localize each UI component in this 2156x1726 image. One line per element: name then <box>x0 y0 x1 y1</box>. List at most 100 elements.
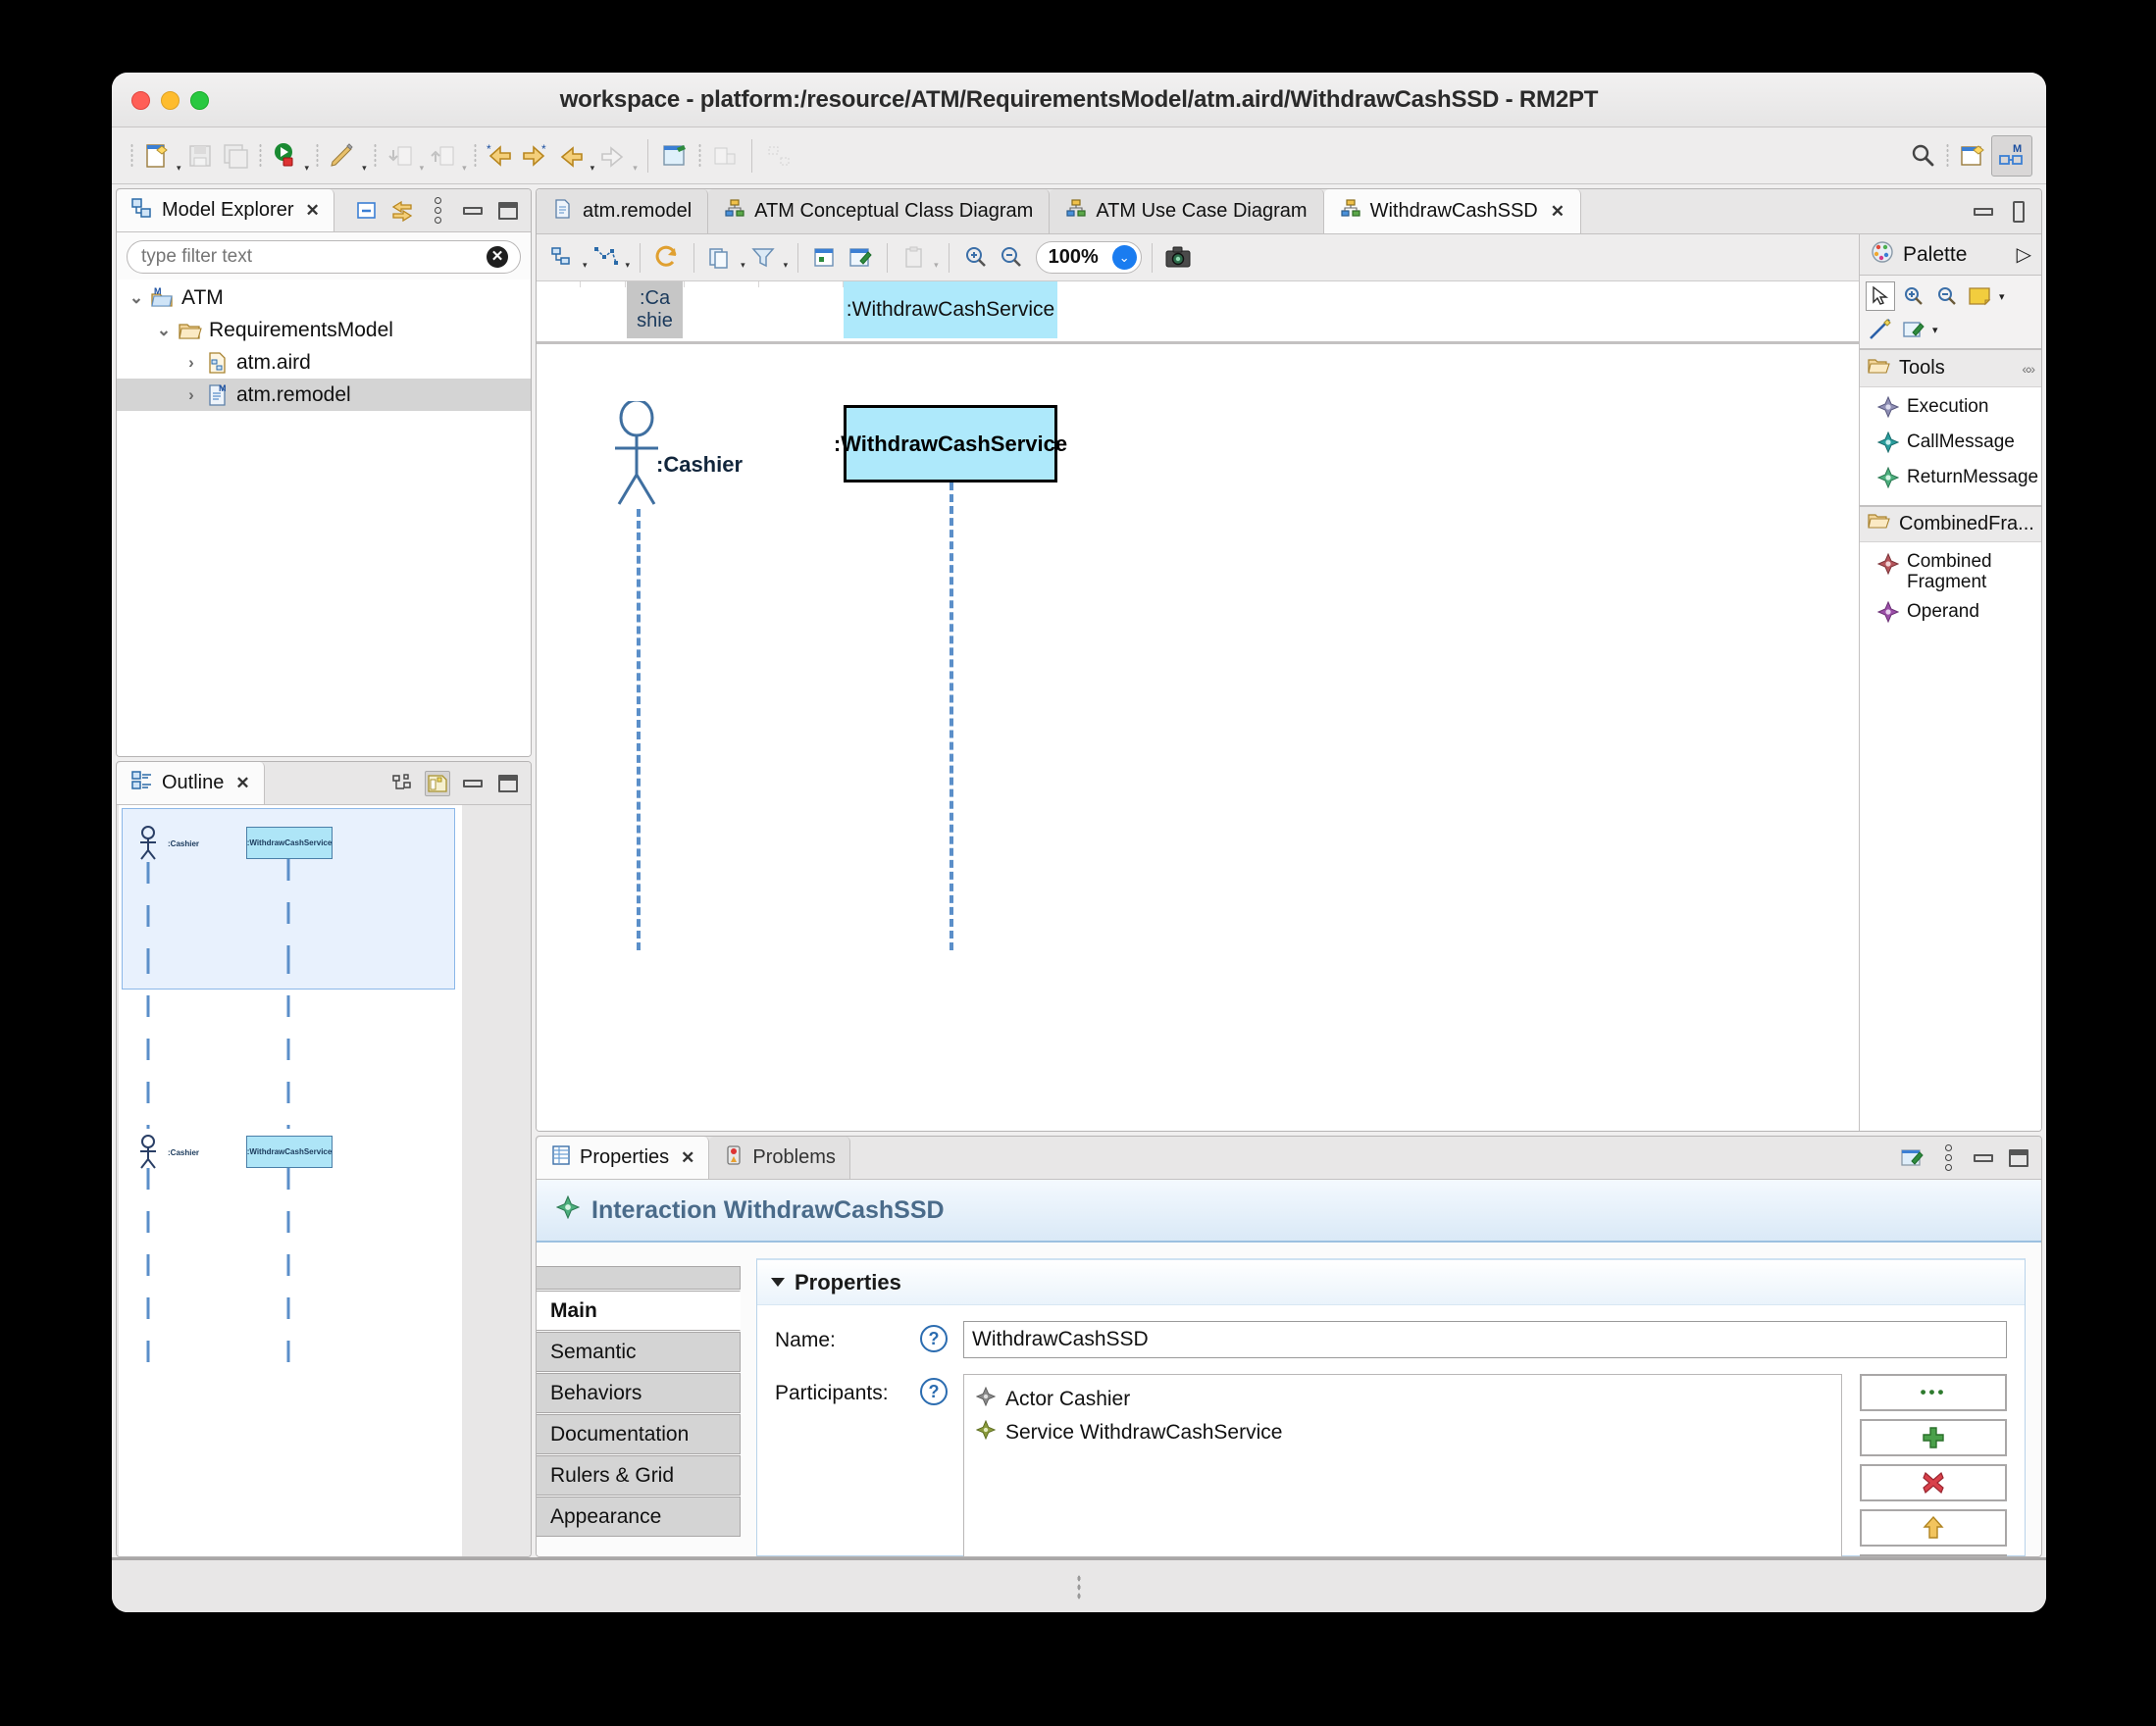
toolbar-grip[interactable] <box>1946 143 1949 169</box>
minimize-icon[interactable] <box>460 198 486 224</box>
outline-body[interactable]: :Cashier :WithdrawCashService <box>117 805 531 1556</box>
add-representation-dropdown-arrow[interactable]: ▾ <box>1932 324 1938 336</box>
tree-row-atm[interactable]: ⌄ M ATM <box>117 281 531 314</box>
browse-button[interactable]: ••• <box>1860 1374 2007 1411</box>
service-lifeline[interactable] <box>950 482 953 950</box>
actor-lifeline[interactable] <box>637 509 641 950</box>
side-tab-rulers-grid[interactable]: Rulers & Grid <box>537 1455 741 1496</box>
twisty-collapsed-icon[interactable]: › <box>178 353 205 373</box>
cursor-icon[interactable] <box>1866 281 1895 311</box>
pin-icon[interactable] <box>1900 1145 1925 1171</box>
minimize-icon[interactable] <box>1971 199 1996 225</box>
outline-thumbnail[interactable]: :Cashier :WithdrawCashService <box>119 805 462 1556</box>
tree-row-atm-remodel[interactable]: › M atm.remodel <box>117 379 531 411</box>
filter-icon[interactable] <box>747 239 781 277</box>
palette-group-tools[interactable]: Tools «» <box>1860 350 2041 387</box>
twisty-collapsed-icon[interactable]: › <box>178 385 205 405</box>
palette-item-combined-fragment[interactable]: Combined Fragment <box>1860 547 2041 598</box>
select-dropdown-arrow[interactable]: ▾ <box>626 261 631 280</box>
tree-row-requirementsmodel[interactable]: ⌄ RequirementsModel <box>117 314 531 346</box>
arrange-icon[interactable] <box>546 239 580 277</box>
twisty-expanded-icon[interactable]: ⌄ <box>123 288 150 308</box>
resize-grip[interactable] <box>1077 1574 1081 1601</box>
tab-atm-conceptual-class-diagram[interactable]: ATM Conceptual Class Diagram <box>708 189 1050 233</box>
minimize-icon[interactable] <box>1971 1145 1996 1171</box>
new-file-dropdown-arrow[interactable]: ▾ <box>177 164 181 183</box>
tab-model-explorer[interactable]: Model Explorer ✕ <box>117 189 334 231</box>
back-dropdown-arrow[interactable]: ▾ <box>590 164 595 183</box>
chevron-down-icon[interactable] <box>771 1278 785 1287</box>
restore-icon[interactable] <box>2006 199 2031 225</box>
toolbar-grip[interactable] <box>316 143 319 169</box>
name-input[interactable] <box>963 1321 2007 1358</box>
maximize-icon[interactable] <box>495 198 521 224</box>
hide-element-icon[interactable] <box>808 239 842 277</box>
close-icon[interactable]: ✕ <box>235 774 249 793</box>
side-tab-behaviors[interactable]: Behaviors <box>537 1373 741 1413</box>
arrange-dropdown-arrow[interactable]: ▾ <box>583 261 588 280</box>
overview-icon[interactable] <box>425 771 450 796</box>
refresh-icon[interactable] <box>650 239 684 277</box>
side-tab-documentation[interactable]: Documentation <box>537 1414 741 1454</box>
tab-withdrawcashssd[interactable]: WithdrawCashSSD ✕ <box>1324 189 1581 233</box>
back-star-icon[interactable]: * <box>484 137 517 175</box>
remove-button[interactable] <box>1860 1464 2007 1501</box>
help-icon[interactable]: ? <box>920 1378 948 1405</box>
close-icon[interactable]: ✕ <box>306 201 320 221</box>
zoom-in-icon[interactable] <box>959 239 993 277</box>
toolbar-grip[interactable] <box>259 143 262 169</box>
pencil-icon[interactable] <box>326 137 359 175</box>
tab-properties[interactable]: Properties ✕ <box>537 1137 709 1179</box>
new-diagram-icon[interactable] <box>658 137 692 175</box>
toolbar-grip[interactable] <box>698 143 701 169</box>
view-menu-icon[interactable] <box>1935 1145 1961 1171</box>
view-menu-icon[interactable] <box>425 198 450 224</box>
minimize-icon[interactable] <box>460 771 486 796</box>
note-link-icon[interactable] <box>1866 315 1895 344</box>
layers-dropdown-arrow[interactable]: ▾ <box>741 261 745 280</box>
tree-row-atm-aird[interactable]: › atm.aird <box>117 346 531 379</box>
note-icon[interactable] <box>1966 281 1995 311</box>
note-dropdown-arrow[interactable]: ▾ <box>1999 290 2005 303</box>
collapse-group-icon[interactable]: «» <box>2022 361 2033 377</box>
palette-item-callmessage[interactable]: CallMessage <box>1860 428 2041 463</box>
search-input[interactable] <box>139 245 487 269</box>
tree-outline-icon[interactable] <box>389 771 415 796</box>
header-cashier-label[interactable]: :Ca shie <box>627 281 683 338</box>
twisty-expanded-icon[interactable]: ⌄ <box>150 321 178 340</box>
service-lifeline-box[interactable]: :WithdrawCashService <box>844 405 1057 482</box>
chevron-down-icon[interactable]: ⌄ <box>1112 245 1137 270</box>
model-tree[interactable]: ⌄ M ATM ⌄ <box>117 279 531 756</box>
close-icon[interactable]: ✕ <box>1551 202 1565 222</box>
list-item-service[interactable]: Service WithdrawCashService <box>976 1416 1841 1449</box>
help-icon[interactable]: ? <box>920 1325 948 1352</box>
maximize-icon[interactable] <box>495 771 521 796</box>
tab-atm-remodel[interactable]: atm.remodel <box>537 189 708 233</box>
toolbar-grip[interactable] <box>130 143 133 169</box>
tab-atm-use-case-diagram[interactable]: ATM Use Case Diagram <box>1050 189 1323 233</box>
open-perspective-icon[interactable] <box>1956 137 1989 175</box>
participants-list[interactable]: Actor Cashier <box>963 1374 1842 1557</box>
palette-header[interactable]: Palette ▷ <box>1860 234 2041 276</box>
zoom-out-icon[interactable] <box>1932 281 1962 311</box>
add-representation-icon[interactable] <box>1899 315 1928 344</box>
filter-box[interactable]: ✕ <box>127 240 521 274</box>
run-dropdown-arrow[interactable]: ▾ <box>305 164 310 183</box>
tab-outline[interactable]: Outline ✕ <box>117 762 265 804</box>
run-icon[interactable] <box>269 137 302 175</box>
header-service-label[interactable]: :WithdrawCashService <box>844 281 1057 338</box>
actor-label[interactable]: :Cashier <box>656 452 743 478</box>
close-icon[interactable]: ✕ <box>681 1148 694 1168</box>
palette-item-operand[interactable]: Operand <box>1860 597 2041 633</box>
layers-icon[interactable] <box>704 239 738 277</box>
select-elements-icon[interactable] <box>590 239 623 277</box>
side-tab-main[interactable]: Main <box>537 1291 741 1331</box>
zoom-combo[interactable]: 100% ⌄ <box>1036 241 1142 274</box>
palette-item-execution[interactable]: Execution <box>1860 392 2041 428</box>
zoom-out-icon[interactable] <box>995 239 1028 277</box>
palette-item-returnmessage[interactable]: ReturnMessage <box>1860 463 2041 498</box>
zoom-in-icon[interactable] <box>1899 281 1928 311</box>
clear-filter-icon[interactable]: ✕ <box>487 246 508 268</box>
search-icon[interactable] <box>1906 137 1939 175</box>
forward-star-icon[interactable]: * <box>519 137 552 175</box>
